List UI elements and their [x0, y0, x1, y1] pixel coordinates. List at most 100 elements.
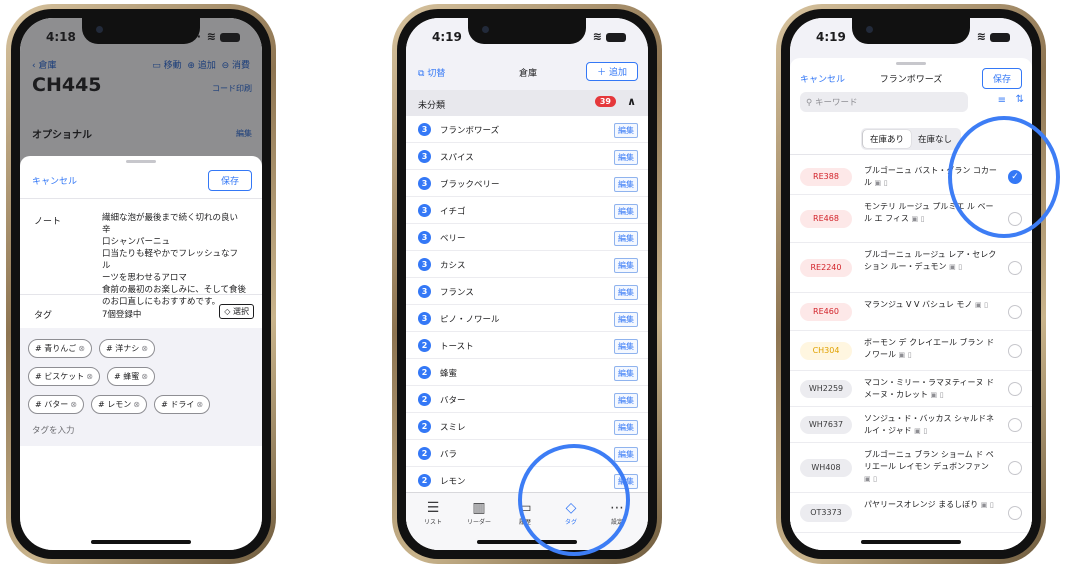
code-print-link[interactable]: コード印刷	[212, 83, 252, 94]
edit-button[interactable]: 編集	[614, 393, 638, 408]
tag-row[interactable]: 3 スパイス 編集	[406, 143, 648, 170]
remove-icon[interactable]: ⊗	[133, 400, 140, 409]
segment-in-stock[interactable]: 在庫あり	[862, 130, 911, 148]
tag-row[interactable]: 3 フランス 編集	[406, 278, 648, 305]
item-code-badge: RE2240	[800, 259, 852, 277]
radio-button[interactable]	[1008, 382, 1022, 396]
count-badge: 3	[418, 150, 431, 163]
wine-row[interactable]: WH2259 マコン・ミリー・ラマヌティーヌ ドメーヌ・カレット ▣ ▯	[790, 371, 1032, 407]
tag-row[interactable]: 2 スミレ 編集	[406, 413, 648, 440]
save-button[interactable]: 保存	[207, 170, 252, 191]
tag-chip-label: # ビスケット	[35, 372, 85, 381]
tag-input[interactable]: タグを入力	[32, 424, 254, 436]
count-badge: 3	[418, 312, 431, 325]
radio-button[interactable]	[1008, 418, 1022, 432]
remove-icon[interactable]: ⊗	[86, 372, 93, 381]
wine-row[interactable]: OT3373 パヤリースオレンジ まるしぼり ▣ ▯	[790, 493, 1032, 533]
radio-button[interactable]	[1008, 261, 1022, 275]
tag-row[interactable]: 3 カシス 編集	[406, 251, 648, 278]
filter-icon[interactable]: ≡	[998, 95, 1006, 106]
tag-chip[interactable]: # ドライ ⊗	[154, 395, 211, 414]
document-icon: ▯	[989, 501, 994, 509]
remove-icon[interactable]: ⊗	[196, 400, 203, 409]
edit-button[interactable]: 編集	[614, 204, 638, 219]
tag-chip[interactable]: # 青りんご ⊗	[28, 339, 92, 358]
tab-list[interactable]: ☰ リスト	[410, 499, 456, 526]
edit-button[interactable]: 編集	[614, 231, 638, 246]
segment-out-of-stock[interactable]: 在庫なし	[911, 130, 959, 148]
tag-row[interactable]: 3 ベリー 編集	[406, 224, 648, 251]
stock-segment: 在庫あり 在庫なし	[860, 128, 962, 150]
radio-button[interactable]	[1008, 506, 1022, 520]
count-badge: 2	[418, 420, 431, 433]
tag-row[interactable]: 2 トースト 編集	[406, 332, 648, 359]
wine-name: ボーモン デ クレイエール ブラン ド ノワール ▣ ▯	[864, 337, 998, 361]
remove-icon[interactable]: ⊗	[78, 344, 85, 353]
edit-button[interactable]: 編集	[614, 366, 638, 381]
move-button[interactable]: ▭ 移動	[152, 61, 181, 71]
radio-button[interactable]	[1008, 344, 1022, 358]
cancel-button[interactable]: キャンセル	[32, 174, 77, 187]
tag-chip[interactable]: # バター ⊗	[28, 395, 84, 414]
image-icon: ▣	[974, 301, 982, 309]
remove-icon[interactable]: ⊗	[141, 344, 148, 353]
wine-row[interactable]: WH408 ブルゴーニュ ブラン ショーム ド ペリエール レイモン デュボンファ…	[790, 443, 1032, 493]
edit-button[interactable]: 編集	[614, 447, 638, 462]
tag-row[interactable]: 3 イチゴ 編集	[406, 197, 648, 224]
sort-icon[interactable]: ⇅	[1016, 94, 1024, 105]
add-button[interactable]: ⊕ 追加	[187, 61, 215, 71]
wine-row[interactable]: RE460 マランジュ V V バシュレ モノ ▣ ▯	[790, 293, 1032, 331]
wine-row[interactable]: CH304 ボーモン デ クレイエール ブラン ド ノワール ▣ ▯	[790, 331, 1032, 371]
tag-chip[interactable]: # 蜂蜜 ⊗	[107, 367, 155, 386]
sheet-grabber[interactable]	[126, 160, 156, 163]
edit-button[interactable]: 編集	[614, 420, 638, 435]
wine-row[interactable]: RE2240 ブルゴーニュ ルージュ レア・セレクション ルー・デュモン ▣ ▯	[790, 243, 1032, 293]
item-code-badge: RE388	[800, 168, 852, 186]
radio-button[interactable]	[1008, 461, 1022, 475]
image-icon: ▣	[930, 391, 938, 399]
switch-button[interactable]: ⧉ 切替	[418, 66, 445, 79]
tag-row[interactable]: 2 蜂蜜 編集	[406, 359, 648, 386]
remove-icon[interactable]: ⊗	[70, 400, 77, 409]
tab-reader[interactable]: ▥ リーダー	[456, 499, 502, 526]
edit-button[interactable]: 編集	[614, 123, 638, 138]
wine-name-text: マランジュ V V バシュレ モノ	[864, 300, 973, 309]
sheet-grabber[interactable]	[896, 62, 926, 65]
remove-icon[interactable]: ⊗	[141, 372, 148, 381]
tag-chip[interactable]: # ビスケット ⊗	[28, 367, 100, 386]
edit-button[interactable]: 編集	[614, 258, 638, 273]
tag-row[interactable]: 3 フランボワーズ 編集	[406, 116, 648, 143]
tag-chip[interactable]: # レモン ⊗	[91, 395, 147, 414]
edit-button[interactable]: 編集	[614, 339, 638, 354]
edit-button[interactable]: 編集	[614, 177, 638, 192]
wine-row[interactable]: WH7637 ソンジュ・ド・バッカス シャルドネ ルイ・ジャド ▣ ▯	[790, 407, 1032, 443]
edit-button[interactable]: 編集	[614, 150, 638, 165]
wine-name: ブルゴーニュ ブラン ショーム ド ペリエール レイモン デュボンファン ▣ ▯	[864, 449, 998, 485]
back-button[interactable]: ‹ 倉庫	[32, 61, 56, 71]
tag-row[interactable]: 2 バター 編集	[406, 386, 648, 413]
edit-button[interactable]: 編集	[614, 312, 638, 327]
add-button[interactable]: ＋ 追加	[586, 62, 638, 81]
tag-name: スパイス	[440, 153, 474, 163]
chevron-up-icon[interactable]: ∧	[627, 95, 636, 108]
category-header[interactable]: 未分類 39 ∧	[406, 90, 648, 116]
tag-row[interactable]: 3 ブラックベリー 編集	[406, 170, 648, 197]
count-badge: 3	[418, 231, 431, 244]
select-tags-button[interactable]: ◇ 選択	[219, 304, 254, 319]
divider	[20, 198, 262, 199]
sheet-title: フランボワーズ	[879, 75, 943, 85]
tag-name: ベリー	[440, 234, 466, 244]
wifi-icon: ≋	[976, 30, 987, 43]
tag-chip[interactable]: # 洋ナシ ⊗	[99, 339, 155, 358]
minus-circle-icon: ⊖	[221, 61, 230, 71]
screen-wine-select: 4:19 ≋ キャンセル フランボワーズ 保存 ⚲ キーワード ≡ ⇅ 在庫あり…	[790, 18, 1032, 550]
cancel-button[interactable]: キャンセル	[800, 72, 845, 85]
radio-button[interactable]	[1008, 305, 1022, 319]
consume-button[interactable]: ⊖ 消費	[222, 61, 250, 71]
image-icon: ▣	[914, 427, 921, 435]
save-button[interactable]: 保存	[981, 68, 1022, 89]
tag-row[interactable]: 3 ピノ・ノワール 編集	[406, 305, 648, 332]
edit-link[interactable]: 編集	[236, 128, 252, 139]
edit-button[interactable]: 編集	[614, 285, 638, 300]
search-input[interactable]: ⚲ キーワード	[800, 92, 968, 112]
